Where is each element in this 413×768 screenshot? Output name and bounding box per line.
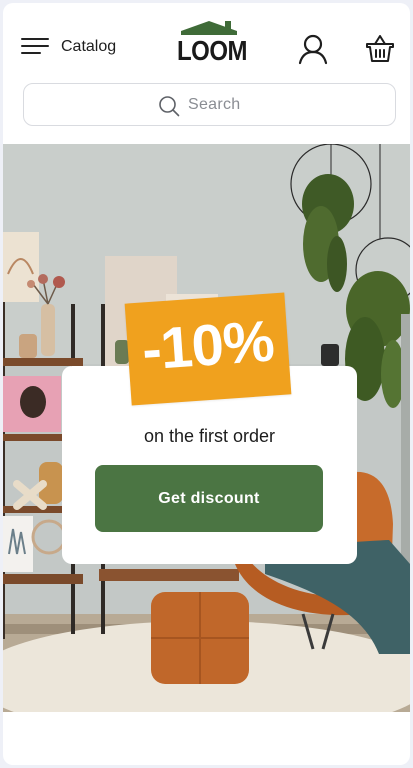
search-bar[interactable]: [23, 83, 396, 126]
brand-name: LOOM: [177, 36, 248, 68]
promo-description: on the first order: [143, 426, 276, 446]
discount-badge: -10%: [124, 292, 292, 406]
header: Catalog LOOM: [3, 3, 410, 83]
search-input[interactable]: [188, 92, 368, 118]
hamburger-menu-icon[interactable]: [21, 36, 51, 58]
hero-banner: -10% on the first order Get discount: [3, 144, 410, 712]
shopping-basket-icon[interactable]: [364, 32, 396, 64]
get-discount-button[interactable]: Get discount: [95, 465, 323, 532]
app-screen: Catalog LOOM Search -10% on the first or…: [3, 3, 410, 765]
user-icon[interactable]: [297, 33, 329, 65]
search-icon: [159, 96, 180, 117]
brand-logo[interactable]: LOOM: [177, 19, 248, 67]
discount-value: -10%: [139, 308, 276, 383]
catalog-link[interactable]: Catalog: [61, 38, 116, 56]
